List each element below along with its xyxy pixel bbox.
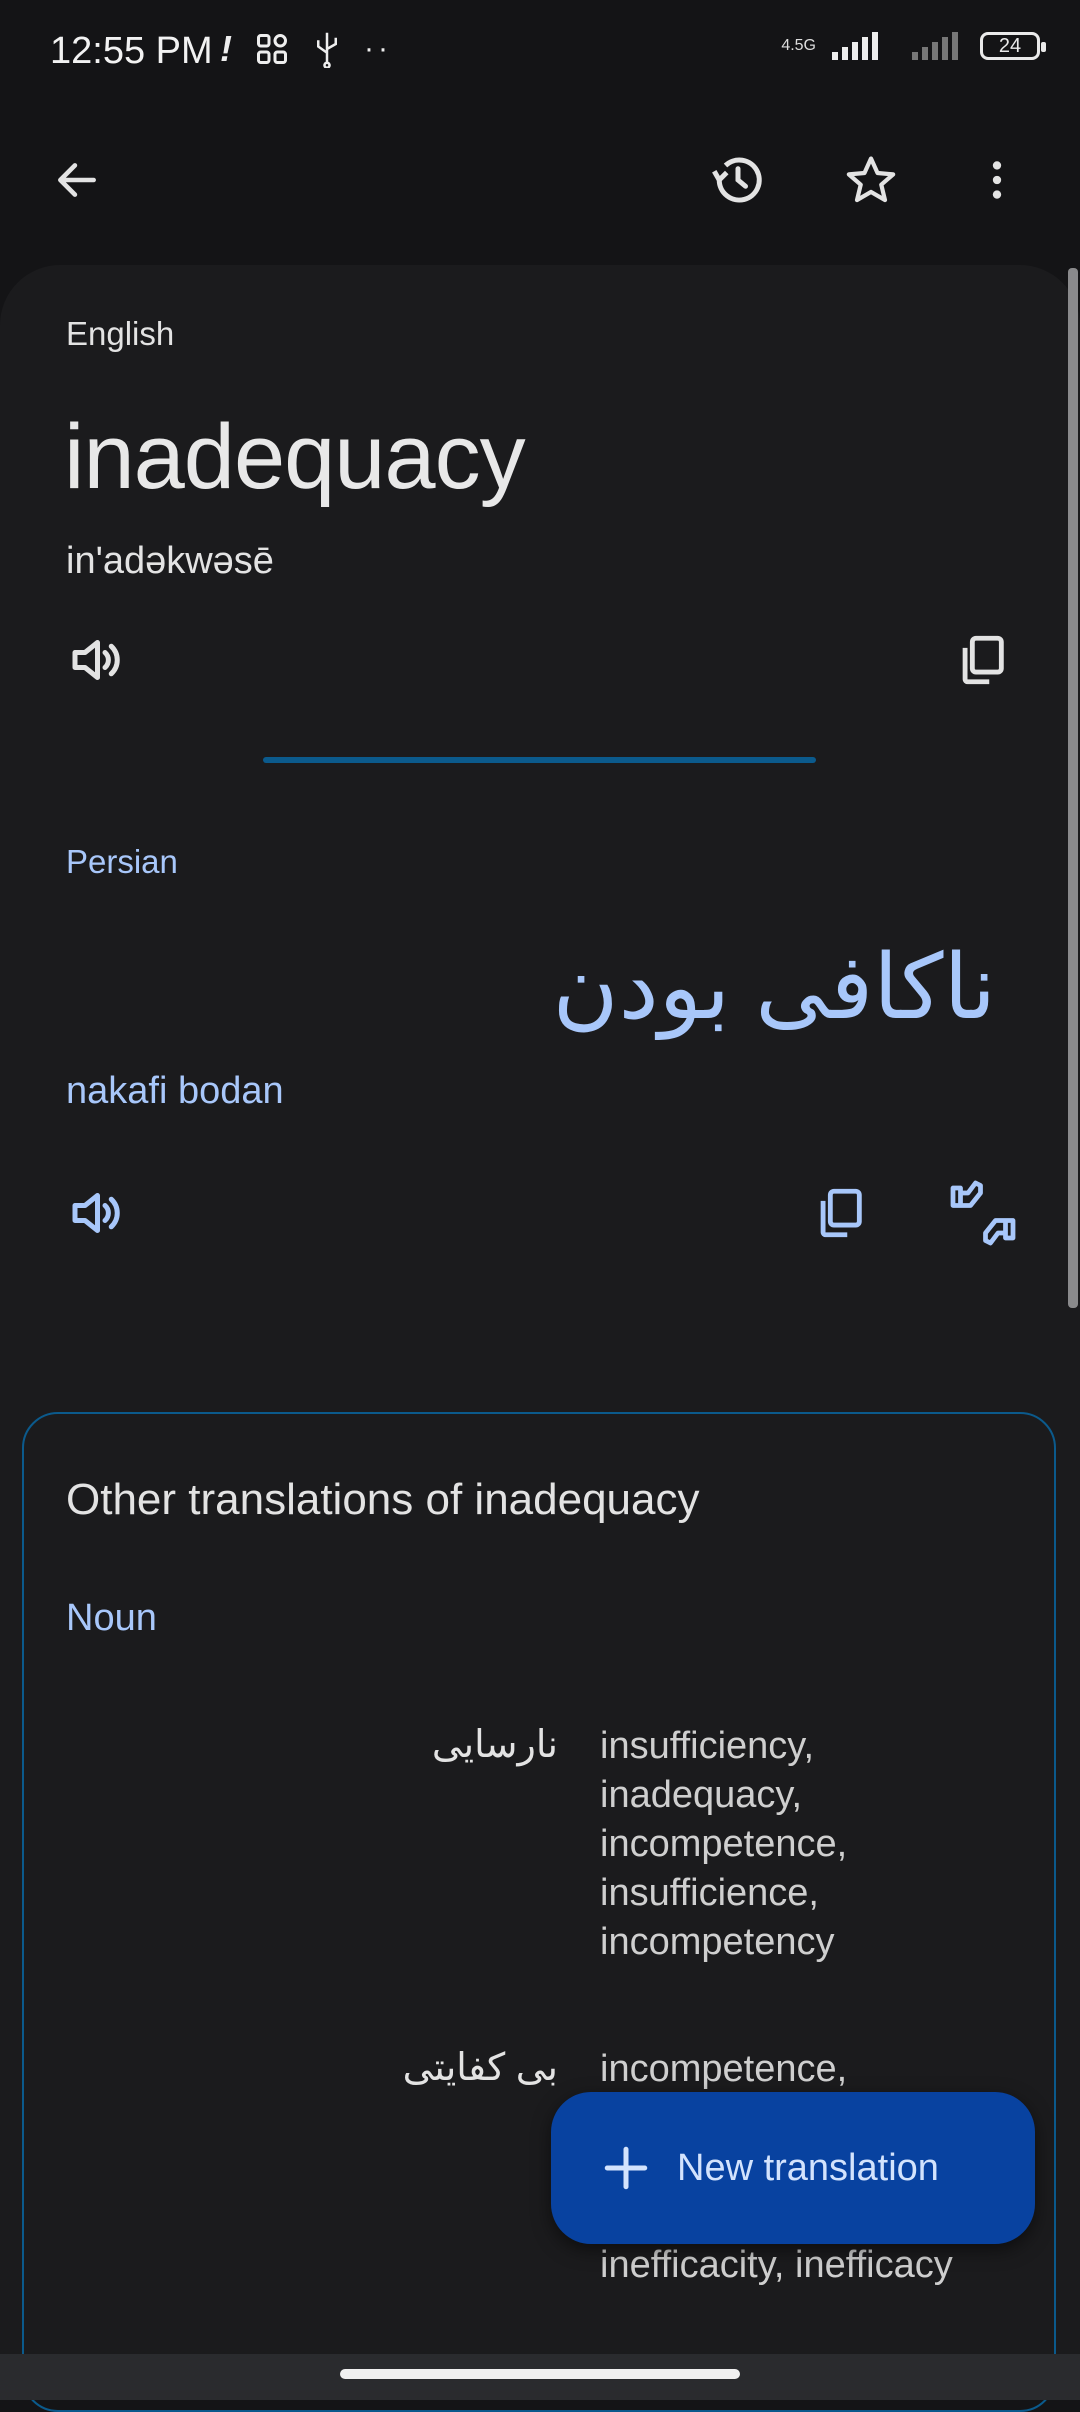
- target-text[interactable]: ناکافی بودن: [553, 935, 997, 1040]
- target-copy-button[interactable]: [795, 1168, 885, 1258]
- battery-icon: 24: [980, 32, 1046, 60]
- status-notification-icons: ! ··: [220, 28, 392, 70]
- more-vert-icon: [992, 161, 1002, 199]
- translation-row-synonyms: inefficacity, inefficacy: [600, 2244, 953, 2286]
- source-copy-button[interactable]: [937, 615, 1027, 705]
- battery-level: 24: [998, 34, 1022, 57]
- part-of-speech: Noun: [66, 1597, 157, 1639]
- more-options-button[interactable]: [952, 135, 1042, 225]
- translation-row-synonyms: incompetence,: [600, 2048, 848, 2090]
- back-button[interactable]: [32, 135, 122, 225]
- network-type: 4.5G: [781, 37, 816, 54]
- history-button[interactable]: [693, 135, 783, 225]
- status-time: 12:55 PM: [50, 30, 213, 72]
- history-icon: [712, 157, 762, 203]
- apps-icon: [257, 34, 287, 64]
- alert-icon: !: [220, 28, 232, 69]
- usb-icon: [317, 32, 337, 68]
- star-icon: [846, 156, 896, 203]
- home-gesture-handle[interactable]: [340, 2369, 740, 2379]
- target-transliteration: nakafi bodan: [66, 1070, 284, 1112]
- target-language-label: Persian: [66, 843, 178, 880]
- plus-icon: [604, 2146, 648, 2190]
- back-icon: [58, 163, 96, 197]
- other-translations-title: Other translations of inadequacy: [66, 1475, 700, 1524]
- speaker-icon: [72, 640, 120, 680]
- source-phonetic: in'adəkwəsē: [66, 540, 274, 582]
- section-divider: [263, 757, 816, 763]
- status-system-icons: 4.5G 24: [781, 30, 1046, 62]
- thumbs-up-down-icon: [950, 1180, 1016, 1246]
- copy-icon: [820, 1188, 862, 1238]
- new-translation-label: New translation: [677, 2146, 939, 2189]
- signal-icon: [832, 32, 878, 60]
- new-translation-button[interactable]: New translation: [551, 2092, 1035, 2244]
- signal-weak-icon: [912, 32, 958, 60]
- speaker-icon: [72, 1193, 120, 1233]
- top-app-bar: [0, 120, 1080, 240]
- source-speak-button[interactable]: [50, 615, 140, 705]
- scrollbar[interactable]: [1068, 268, 1078, 1308]
- favorite-button[interactable]: [826, 135, 916, 225]
- translation-row-persian[interactable]: بی کفایتی: [403, 2045, 558, 2090]
- source-text[interactable]: inadequacy: [64, 405, 526, 510]
- translation-row-persian[interactable]: نارسایی: [432, 1722, 558, 1767]
- more-notifications-icon: ··: [364, 32, 392, 65]
- source-language-label: English: [66, 315, 175, 352]
- translation-row-synonyms: insufficiency, inadequacy, incompetence,…: [600, 1725, 848, 1963]
- feedback-button[interactable]: [938, 1168, 1028, 1258]
- copy-icon: [962, 635, 1004, 685]
- target-speak-button[interactable]: [50, 1168, 140, 1258]
